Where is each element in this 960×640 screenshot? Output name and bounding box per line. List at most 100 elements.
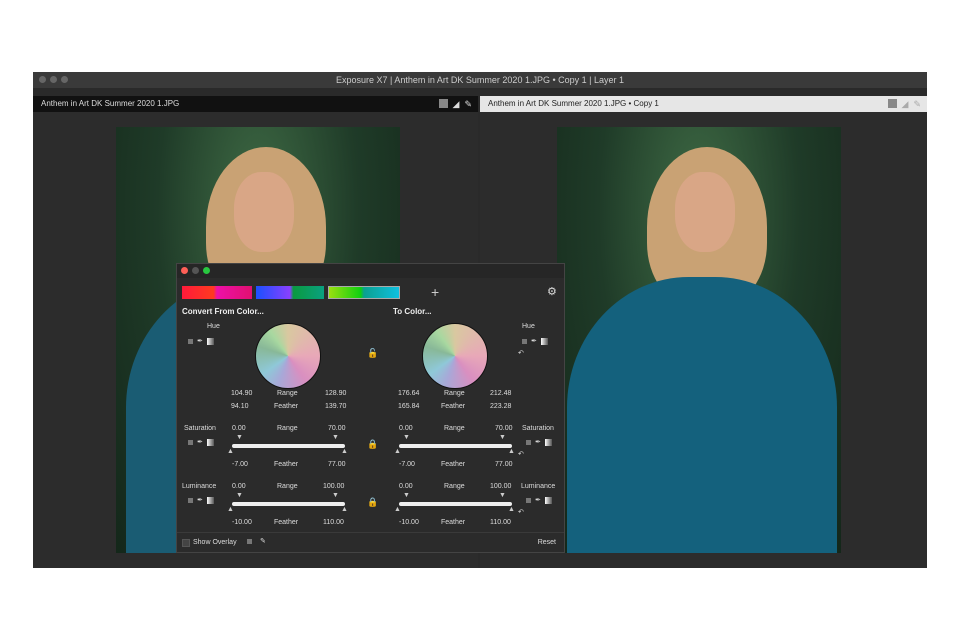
range-handle[interactable]: ▼	[499, 434, 506, 441]
eyedropper-icon[interactable]: ✒	[535, 496, 541, 504]
range-label: Range	[277, 483, 298, 490]
to-saturation-slider[interactable]	[399, 444, 512, 448]
overlay-color-icon[interactable]	[247, 539, 252, 544]
range-handle[interactable]: ▼	[403, 492, 410, 499]
feather-handle[interactable]: ▲	[394, 506, 401, 513]
color-pair-swatch-blue[interactable]	[256, 286, 324, 299]
eyedropper-icon[interactable]: ✒	[197, 496, 203, 504]
feather-label: Feather	[441, 461, 466, 468]
to-hue-feather-min: 165.84	[398, 403, 420, 410]
feather-handle[interactable]: ▲	[227, 448, 234, 455]
feather-handle[interactable]: ▲	[227, 506, 234, 513]
luminance-label: Luminance	[521, 483, 556, 490]
feather-handle[interactable]: ▲	[341, 506, 348, 513]
gear-icon[interactable]: ⚙	[547, 285, 557, 298]
to-hue-range-max: 212.48	[490, 390, 512, 397]
pin-icon[interactable]: ✎	[913, 99, 921, 109]
brush-icon[interactable]: ✎	[260, 537, 266, 545]
gradient-icon[interactable]	[206, 438, 214, 446]
reset-saturation-icon[interactable]: ↶	[518, 450, 524, 458]
triangle-icon[interactable]: ◢	[453, 99, 460, 109]
range-handle[interactable]: ▼	[332, 492, 339, 499]
pane-header: Anthem in Art DK Summer 2020 1.JPG ◢ ✎	[33, 96, 478, 112]
toggle-icon[interactable]	[522, 338, 527, 344]
range-handle[interactable]: ▼	[403, 434, 410, 441]
from-hue-wheel[interactable]	[255, 323, 321, 389]
reset-hue-icon[interactable]: ↶	[518, 349, 524, 357]
reset-button[interactable]: Reset	[538, 539, 556, 546]
eyedropper-icon[interactable]: ✒	[197, 438, 203, 446]
range-label: Range	[277, 390, 298, 397]
from-luminance-slider[interactable]	[232, 502, 345, 506]
gradient-icon[interactable]	[540, 337, 548, 345]
feather-handle[interactable]: ▲	[508, 506, 515, 513]
color-pair-swatch-green-selected[interactable]	[328, 286, 400, 299]
range-handle[interactable]: ▼	[236, 492, 243, 499]
reset-luminance-icon[interactable]: ↶	[518, 508, 524, 516]
gradient-icon[interactable]	[544, 438, 552, 446]
to-lum-range-max: 100.00	[490, 483, 512, 490]
edited-photo	[557, 127, 841, 553]
mask-icon[interactable]	[887, 99, 897, 108]
show-overlay-checkbox[interactable]	[182, 539, 190, 547]
to-lum-feather-max: 110.00	[490, 519, 511, 526]
window-controls[interactable]	[39, 76, 68, 83]
from-hue-feather-max: 139.70	[325, 403, 347, 410]
from-lum-feather-min: -10.00	[232, 519, 252, 526]
feather-label: Feather	[441, 519, 466, 526]
from-lum-range-min: 0.00	[232, 483, 246, 490]
to-lum-feather-min: -10.00	[399, 519, 419, 526]
from-sat-range-max: 70.00	[328, 425, 346, 432]
range-handle[interactable]: ▼	[332, 434, 339, 441]
toggle-icon[interactable]	[526, 439, 531, 445]
eyedropper-icon[interactable]: ✒	[531, 337, 537, 345]
range-handle[interactable]: ▼	[499, 492, 506, 499]
triangle-icon[interactable]: ◢	[902, 99, 909, 109]
feather-handle[interactable]: ▲	[508, 448, 515, 455]
window-title: Exposure X7 | Anthem in Art DK Summer 20…	[336, 75, 624, 85]
to-hue-wheel[interactable]	[422, 323, 488, 389]
feather-handle[interactable]: ▲	[394, 448, 401, 455]
feather-handle[interactable]: ▲	[341, 448, 348, 455]
to-sat-range-min: 0.00	[399, 425, 413, 432]
gradient-icon[interactable]	[544, 496, 552, 504]
dialog-window-controls[interactable]	[181, 267, 210, 274]
to-hue-feather-max: 223.28	[490, 403, 512, 410]
from-hue-feather-min: 94.10	[231, 403, 249, 410]
range-label: Range	[277, 425, 298, 432]
color-pair-swatch-red[interactable]	[182, 286, 252, 299]
from-lum-feather-max: 110.00	[323, 519, 344, 526]
to-color-heading: To Color...	[393, 307, 432, 316]
color-replace-dialog: + ⚙ Convert From Color... To Color... Hu…	[176, 263, 565, 553]
gradient-icon[interactable]	[206, 337, 214, 345]
lock-icon[interactable]: 🔒	[367, 497, 378, 508]
lock-icon[interactable]: 🔒	[367, 439, 378, 450]
to-luminance-slider[interactable]	[399, 502, 512, 506]
luminance-label: Luminance	[182, 483, 217, 490]
hue-label: Hue	[207, 323, 220, 330]
toggle-icon[interactable]	[188, 338, 193, 344]
to-sat-feather-min: -7.00	[399, 461, 415, 468]
pane-title: Anthem in Art DK Summer 2020 1.JPG	[41, 99, 180, 108]
eyedropper-icon[interactable]: ✒	[197, 337, 203, 345]
range-handle[interactable]: ▼	[236, 434, 243, 441]
range-label: Range	[444, 390, 465, 397]
mask-icon[interactable]	[438, 99, 448, 108]
add-color-pair-button[interactable]: +	[431, 284, 439, 300]
from-sat-range-min: 0.00	[232, 425, 246, 432]
from-saturation-slider[interactable]	[232, 444, 345, 448]
show-overlay-label[interactable]: Show Overlay	[193, 539, 237, 546]
pin-icon[interactable]: ✎	[464, 99, 472, 109]
to-sat-feather-max: 77.00	[495, 461, 513, 468]
from-color-heading: Convert From Color...	[182, 307, 264, 316]
toggle-icon[interactable]	[526, 497, 531, 503]
gradient-icon[interactable]	[206, 496, 214, 504]
feather-label: Feather	[274, 403, 299, 410]
unlock-icon[interactable]: 🔓	[367, 348, 378, 359]
range-label: Range	[444, 483, 465, 490]
eyedropper-icon[interactable]: ✒	[535, 438, 541, 446]
pane-title: Anthem in Art DK Summer 2020 1.JPG • Cop…	[488, 99, 659, 108]
toggle-icon[interactable]	[188, 497, 193, 503]
toggle-icon[interactable]	[188, 439, 193, 445]
from-lum-range-max: 100.00	[323, 483, 345, 490]
